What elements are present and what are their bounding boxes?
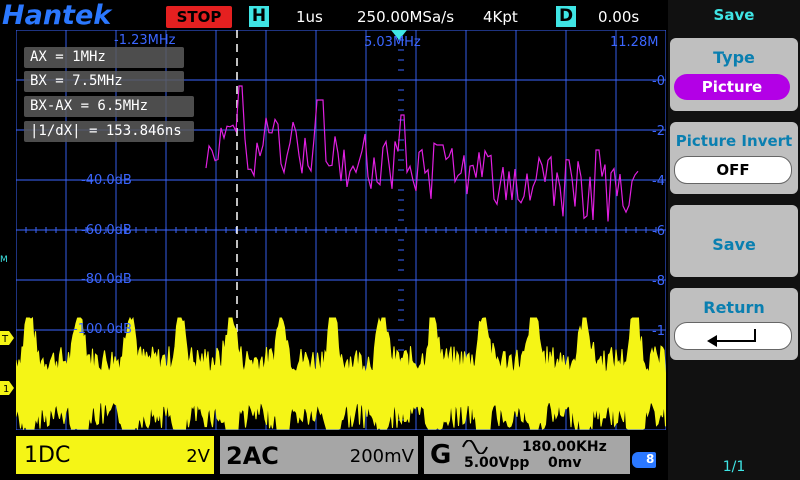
right-scale-5: -8 bbox=[652, 274, 665, 289]
ch1-scale: 2V bbox=[186, 446, 210, 467]
right-scale-3: -4 bbox=[652, 174, 665, 189]
fft-freq-left: -1.23MHz bbox=[114, 33, 176, 48]
ch1-offset-marker[interactable]: 1 bbox=[0, 381, 14, 395]
math-marker-label: M bbox=[0, 255, 8, 265]
return-label: Return bbox=[703, 298, 765, 317]
generator-name: G bbox=[430, 440, 452, 470]
generator-offset: 0mv bbox=[548, 455, 582, 471]
db-label-1: -40.0dB bbox=[81, 173, 132, 188]
ch1-name: 1DC bbox=[24, 443, 71, 468]
menu-invert-option[interactable]: Picture Invert OFF bbox=[670, 122, 798, 194]
battery-label: 8 bbox=[646, 452, 655, 466]
invert-label: Picture Invert bbox=[675, 132, 793, 150]
db-label-3: -80.0dB bbox=[81, 272, 132, 287]
cursor-delta-readout: BX-AX = 6.5MHz bbox=[24, 96, 194, 117]
menu-type-option[interactable]: Type Picture bbox=[670, 38, 798, 111]
ch2-name: 2AC bbox=[226, 442, 279, 470]
fft-freq-right: 11.28M bbox=[610, 35, 659, 50]
delay-value[interactable]: 0.00s bbox=[598, 8, 639, 26]
db-label-2: -60.0dB bbox=[81, 223, 132, 238]
battery-icon: 8 bbox=[632, 452, 656, 468]
sine-wave-icon bbox=[462, 440, 488, 454]
memory-depth: 4Kpt bbox=[483, 8, 518, 26]
run-stop-status[interactable]: STOP bbox=[166, 6, 232, 28]
db-label-4: -100.0dB bbox=[73, 322, 133, 337]
cursor-ax-readout: AX = 1MHz bbox=[24, 47, 184, 68]
cursor-inverse-readout: |1/dX| = 153.846ns bbox=[24, 121, 194, 142]
right-scale-4: -6 bbox=[652, 224, 665, 239]
menu-title: Save bbox=[713, 6, 755, 24]
generator-frequency: 180.00KHz bbox=[522, 439, 607, 455]
ch2-scale: 200mV bbox=[349, 446, 414, 467]
type-value[interactable]: Picture bbox=[674, 74, 790, 100]
side-menu: Save Type Picture Picture Invert OFF Sav… bbox=[668, 0, 800, 480]
math-marker[interactable]: M bbox=[0, 255, 14, 269]
sample-rate: 250.00MSa/s bbox=[357, 8, 455, 26]
trigger-level-marker[interactable]: T bbox=[0, 331, 14, 345]
invert-value[interactable]: OFF bbox=[674, 156, 792, 184]
fft-freq-center: 5.03MHz bbox=[364, 35, 421, 50]
hantek-logo: Hantek bbox=[2, 0, 112, 31]
cursor-bx-readout: BX = 7.5MHz bbox=[24, 71, 184, 92]
return-button[interactable] bbox=[674, 322, 792, 350]
right-scale-1: -0 bbox=[652, 74, 665, 89]
type-label: Type bbox=[713, 48, 755, 67]
delay-label: D bbox=[556, 6, 576, 27]
ch1-offset-label: 1 bbox=[3, 384, 9, 395]
generator-amplitude: 5.00Vpp bbox=[464, 455, 530, 471]
generator-settings[interactable]: G 180.00KHz 5.00Vpp 0mv bbox=[424, 436, 630, 474]
ch1-settings[interactable]: 1DC 2V bbox=[16, 436, 214, 474]
timebase-value[interactable]: 1us bbox=[296, 8, 323, 26]
fft-trace bbox=[205, 85, 639, 222]
trigger-level-label: T bbox=[1, 334, 9, 345]
menu-return-option[interactable]: Return bbox=[670, 288, 798, 360]
save-label: Save bbox=[712, 235, 756, 254]
menu-page-indicator: 1/1 bbox=[722, 459, 746, 475]
right-scale-6: -1 bbox=[652, 324, 665, 339]
ch2-settings[interactable]: 2AC 200mV bbox=[220, 436, 418, 474]
horizontal-label: H bbox=[249, 6, 269, 27]
return-arrow-icon bbox=[707, 329, 756, 347]
right-scale-2: -2 bbox=[652, 124, 665, 139]
menu-save-option[interactable]: Save bbox=[670, 205, 798, 277]
